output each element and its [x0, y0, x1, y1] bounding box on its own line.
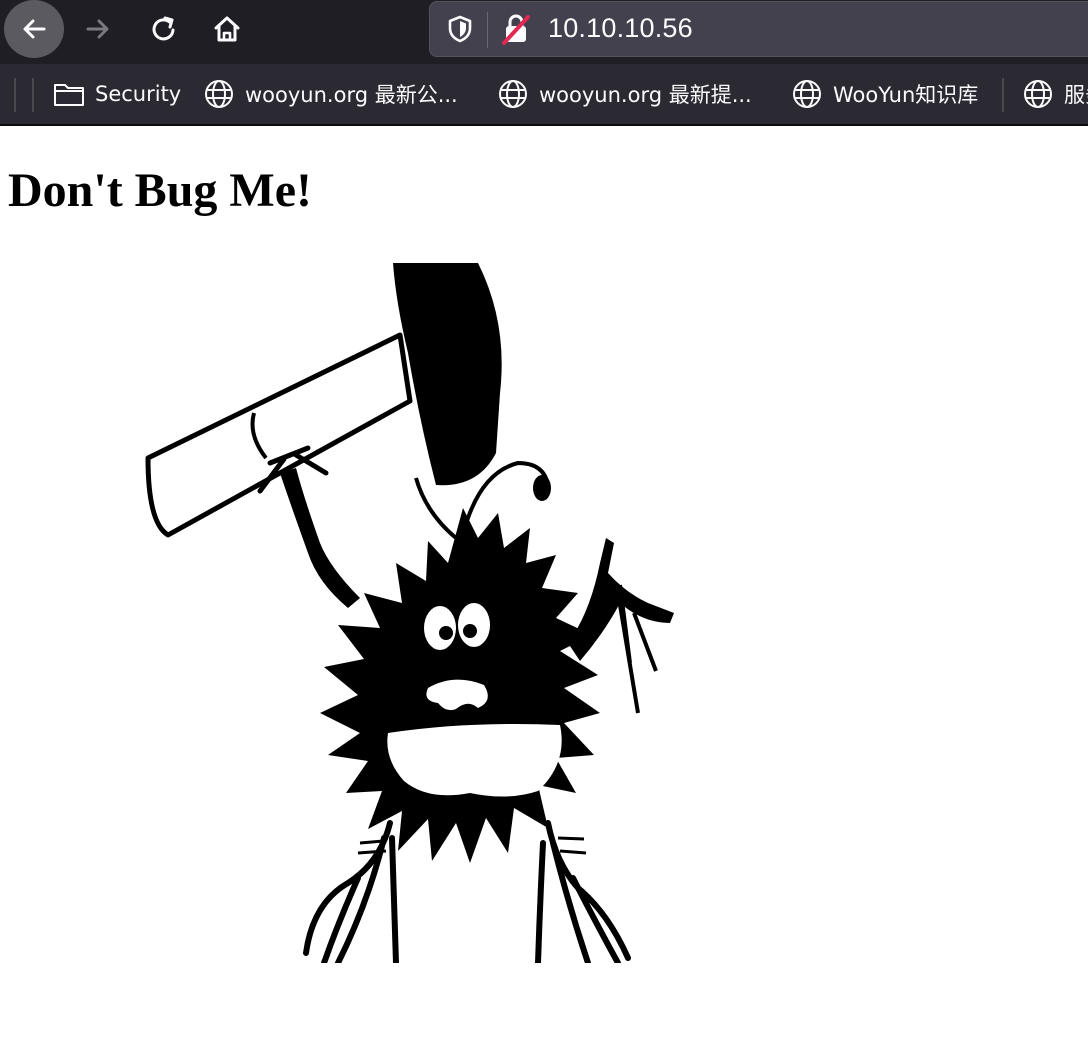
hammer-handle	[145, 332, 413, 538]
reload-button[interactable]	[134, 0, 194, 58]
bookmark-label: 服务	[1064, 83, 1088, 107]
home-icon	[214, 16, 240, 42]
globe-icon	[205, 80, 233, 108]
browser-chrome: 10.10.10.56 Security wooyun.org 最新公... w…	[0, 0, 1088, 126]
shield-icon[interactable]	[446, 14, 474, 44]
page-content: Don't Bug Me!	[0, 126, 1088, 1056]
url-text[interactable]: 10.10.10.56	[548, 13, 693, 44]
reload-icon	[152, 16, 175, 41]
back-button[interactable]	[4, 0, 64, 58]
urlbar-separator	[487, 12, 488, 48]
globe-icon	[793, 80, 821, 108]
bookmarks-toolbar: Security wooyun.org 最新公... wooyun.org 最新…	[0, 64, 1088, 126]
bookmark-label: wooyun.org 最新提...	[539, 83, 752, 107]
forward-button[interactable]	[68, 0, 128, 58]
home-button[interactable]	[197, 0, 257, 58]
navigation-toolbar: 10.10.10.56	[0, 0, 1088, 64]
bookmark-label: wooyun.org 最新公...	[245, 83, 458, 107]
bookmarks-divider	[1002, 78, 1004, 112]
insecure-lock-icon[interactable]	[500, 12, 532, 46]
bookmarks-divider	[14, 78, 16, 112]
bookmark-label: WooYun知识库	[833, 83, 979, 107]
bookmark-label: Security	[95, 82, 182, 106]
globe-icon	[499, 80, 527, 108]
bookmark-item[interactable]: WooYun知识库	[791, 74, 978, 114]
address-bar[interactable]: 10.10.10.56	[429, 1, 1088, 57]
bookmark-item[interactable]: wooyun.org 最新公...	[203, 74, 458, 114]
folder-icon	[54, 84, 84, 106]
bookmark-item[interactable]: wooyun.org 最新提...	[497, 74, 752, 114]
page-title: Don't Bug Me!	[8, 164, 312, 217]
forward-arrow-icon	[86, 19, 109, 39]
back-arrow-icon	[23, 19, 46, 39]
bookmark-folder-security[interactable]: Security	[53, 74, 181, 114]
bug-with-hammer-image	[145, 263, 674, 963]
bookmarks-divider	[32, 78, 34, 112]
bookmark-item[interactable]: 服务	[1022, 74, 1088, 114]
hammer-head	[393, 263, 502, 486]
globe-icon	[1024, 80, 1052, 108]
